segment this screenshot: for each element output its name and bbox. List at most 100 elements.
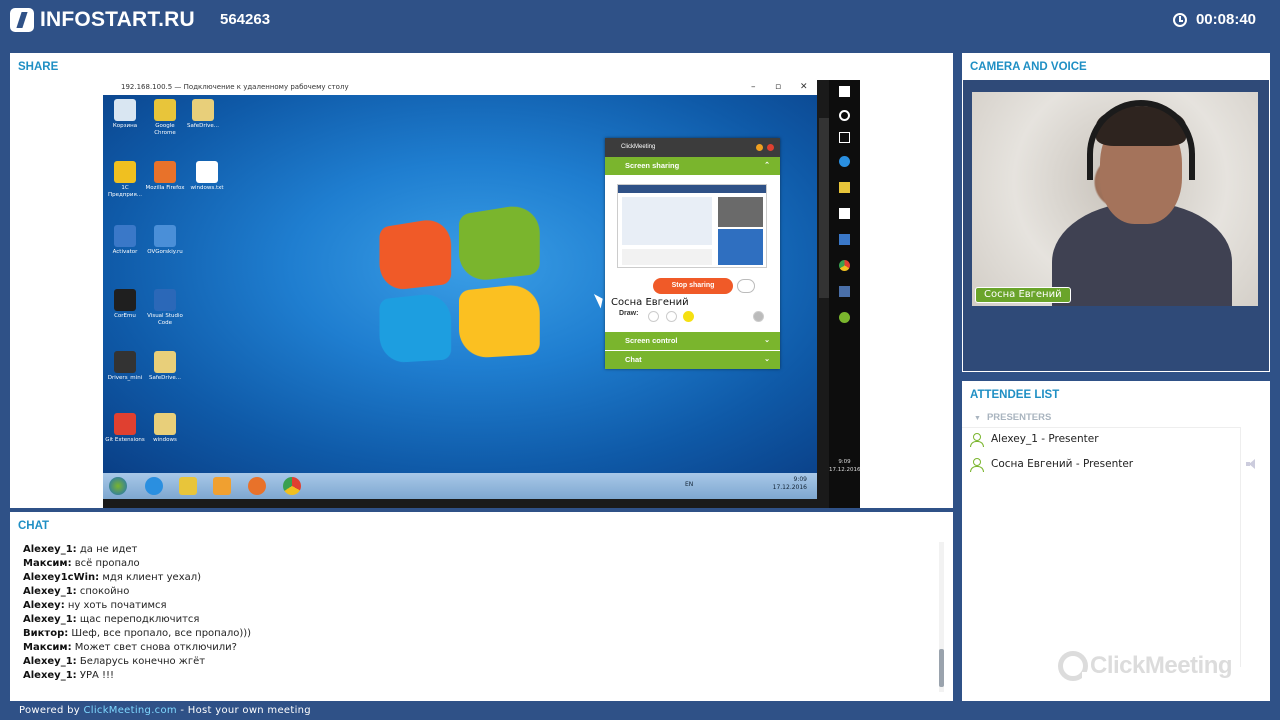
chat-message: Максим: Может свет снова отключили? — [23, 642, 237, 653]
desktop-icon[interactable]: Activator — [105, 225, 145, 256]
clickmeeting-icon[interactable] — [839, 312, 850, 323]
folder-icon[interactable] — [839, 182, 850, 193]
clickmeeting-widget: ClickMeeting Screen sharing ⌃ Stop shari… — [605, 138, 780, 369]
screen-sharing-section[interactable]: Screen sharing ⌃ — [605, 157, 780, 175]
marker-icon[interactable] — [666, 311, 677, 322]
share-panel: SHARE 192.168.100.5 — Подключение к удал… — [10, 53, 953, 508]
minimize-icon[interactable] — [756, 144, 763, 151]
chat-scrollbar-thumb[interactable] — [939, 649, 944, 687]
chevron-up-icon: ⌃ — [764, 162, 770, 169]
win10-sidebar: 9:09 17.12.2016 — [829, 80, 861, 508]
ie-icon[interactable] — [145, 477, 163, 495]
desktop-icon[interactable]: Git Extensions — [105, 413, 145, 444]
desktop-icon[interactable]: windows.txt — [187, 161, 227, 192]
clickmeeting-link[interactable]: ClickMeeting.com — [83, 705, 176, 716]
taskbar-clock: 9:09 17.12.2016 — [772, 476, 807, 491]
clickmeeting-logo-icon — [1058, 651, 1090, 681]
attendee-row[interactable]: Сосна Евгений - Presenter — [970, 454, 1133, 474]
win10-clock: 9:09 17.12.2016 — [829, 459, 861, 473]
meeting-id: 564263 — [220, 11, 271, 28]
windows-start-icon[interactable] — [839, 86, 850, 97]
edge-icon[interactable] — [839, 156, 850, 167]
attendee-scrollbar[interactable] — [1240, 427, 1241, 667]
chat-message: Alexey: ну хоть початимся — [23, 600, 167, 611]
chat-message: Alexey_1: Беларусь конечно жгёт — [23, 656, 206, 667]
person-icon — [970, 432, 984, 447]
presenters-group[interactable]: ▼ PRESENTERS — [974, 412, 1051, 423]
app-icon — [154, 225, 176, 247]
desktop-icon[interactable]: Google Chrome — [145, 99, 185, 137]
draw-label: Draw: — [619, 310, 639, 317]
desktop-icon[interactable]: OVGorskiy.ru — [145, 225, 185, 256]
chat-message: Alexey_1: да не идет — [23, 544, 138, 555]
minimize-icon[interactable]: – — [751, 80, 756, 95]
speaker-icon[interactable] — [1246, 459, 1260, 469]
close-icon[interactable] — [767, 144, 774, 151]
desktop-icon[interactable]: Mozilla Firefox — [145, 161, 185, 192]
chevron-down-icon: ⌄ — [764, 337, 770, 344]
meeting-timer: 00:08:40 — [1172, 11, 1256, 28]
windows-logo — [379, 201, 546, 369]
app-icon — [114, 99, 136, 121]
stop-sharing-button[interactable]: Stop sharing — [653, 278, 733, 294]
behind-window-strip — [819, 118, 829, 298]
desktop-icon-label: windows — [153, 437, 177, 443]
widget-chat-section[interactable]: Chat ⌄ — [605, 351, 780, 369]
chrome-icon[interactable] — [283, 477, 301, 495]
desktop-icon[interactable]: Корзина — [105, 99, 145, 130]
chrome-icon[interactable] — [839, 260, 850, 271]
attendee-panel: ATTENDEE LIST ▼ PRESENTERS Alexey_1 - Pre… — [962, 381, 1270, 701]
camera-video[interactable]: Сосна Евгений — [972, 92, 1258, 306]
search-icon[interactable] — [839, 110, 850, 121]
desktop-icon-label: Mozilla Firefox — [145, 185, 185, 191]
chat-message: Alexey_1: спокойно — [23, 586, 130, 597]
chat-message: Виктор: Шеф, все пропало, все пропало))) — [23, 628, 252, 639]
chat-panel: CHAT Alexey_1: да не идет Максим: всё пр… — [10, 512, 953, 701]
desktop-icon[interactable]: SafeDrive... — [183, 99, 223, 130]
start-button-icon[interactable] — [109, 477, 127, 495]
restore-icon[interactable]: ▫ — [775, 80, 781, 95]
desktop-icon[interactable]: 1С Предприя... — [105, 161, 145, 199]
fullscreen-button[interactable] — [737, 279, 755, 293]
trash-icon[interactable] — [753, 311, 764, 322]
app-icon — [196, 161, 218, 183]
attendee-title: ATTENDEE LIST — [970, 389, 1060, 401]
desktop-icon[interactable]: SafeDrive... — [145, 351, 185, 382]
desktop-icon-label: Activator — [112, 249, 138, 255]
headset-icon — [1087, 100, 1195, 180]
triangle-down-icon: ▼ — [974, 415, 981, 422]
screen-thumbnail — [617, 184, 767, 268]
desktop-icon-label: SafeDrive... — [148, 375, 182, 381]
person-icon — [970, 457, 984, 472]
rdp-icon[interactable] — [839, 286, 850, 297]
app-icon — [192, 99, 214, 121]
top-bar: INFOSTART.RU 564263 00:08:40 — [0, 0, 1280, 40]
chat-message: Максим: всё пропало — [23, 558, 140, 569]
app-icon — [114, 225, 136, 247]
attendee-row[interactable]: Alexey_1 - Presenter — [970, 429, 1099, 449]
media-player-icon[interactable] — [213, 477, 231, 495]
app-icon — [154, 99, 176, 121]
desktop-icon[interactable]: Drivers_mini — [105, 351, 145, 382]
desktop-icon-label: 1С Предприя... — [107, 185, 143, 198]
desktop-icon[interactable]: Visual Studio Code — [145, 289, 185, 327]
store-icon[interactable] — [839, 208, 850, 219]
remote-taskbar: EN 9:09 17.12.2016 — [103, 473, 817, 499]
desktop-icon-label: Visual Studio Code — [147, 313, 183, 326]
firefox-icon[interactable] — [248, 477, 266, 495]
app-icon — [154, 161, 176, 183]
color-picker-icon[interactable] — [683, 311, 694, 322]
task-view-icon[interactable] — [839, 132, 850, 143]
app-icon[interactable] — [839, 234, 850, 245]
close-icon[interactable]: ✕ — [800, 80, 808, 95]
pen-icon[interactable] — [648, 311, 659, 322]
screen-control-section[interactable]: Screen control ⌄ — [605, 332, 780, 350]
app-icon — [114, 413, 136, 435]
desktop-icon[interactable]: windows — [145, 413, 185, 444]
rdp-titlebar: 192.168.100.5 — Подключение к удаленному… — [103, 80, 817, 95]
desktop-icon[interactable]: CorEmu — [105, 289, 145, 320]
remote-screen[interactable]: 192.168.100.5 — Подключение к удаленному… — [103, 80, 861, 508]
taskbar-lang[interactable]: EN — [685, 481, 693, 488]
explorer-icon[interactable] — [179, 477, 197, 495]
clickmeeting-watermark: ClickMeeting — [1058, 651, 1233, 681]
